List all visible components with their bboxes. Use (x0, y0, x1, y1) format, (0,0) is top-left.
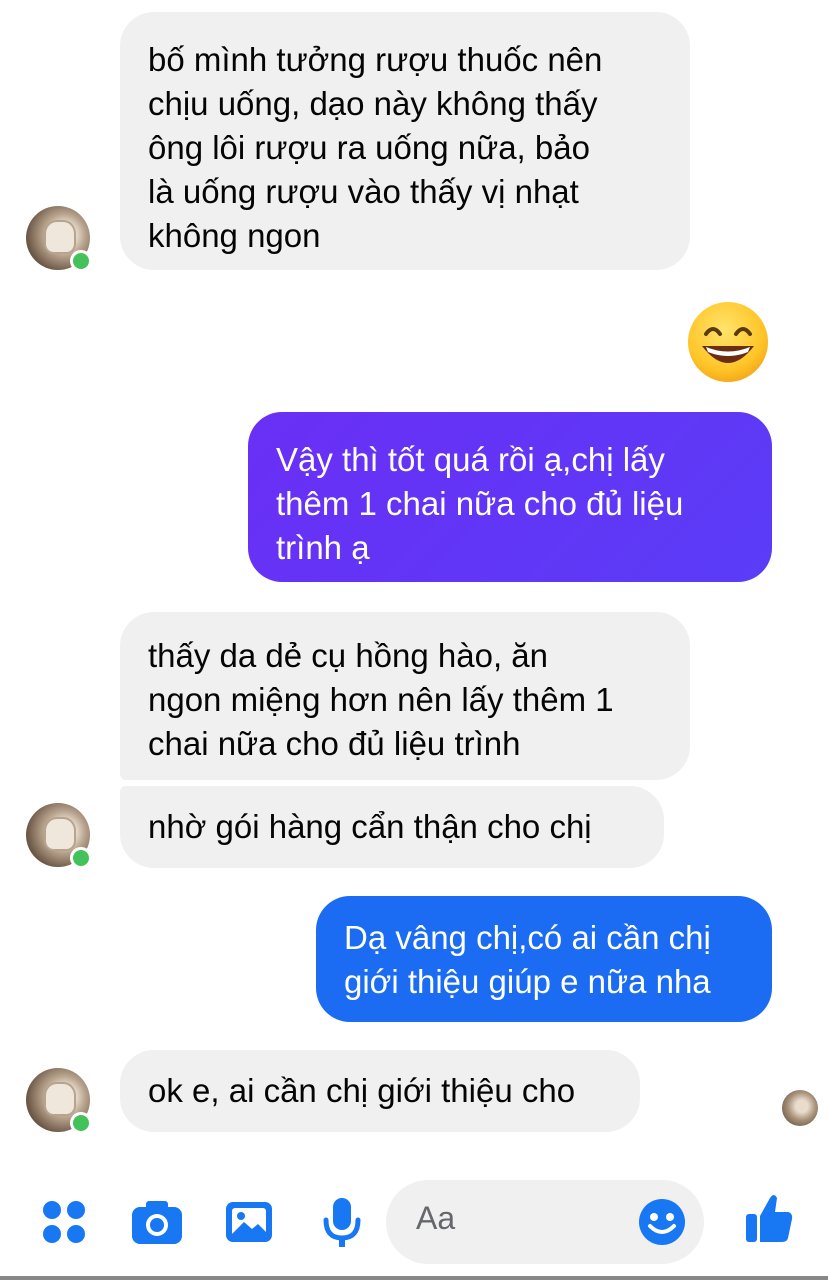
grinning-emoji-icon[interactable] (686, 300, 770, 384)
contact-avatar[interactable] (26, 803, 92, 869)
menu-dots-icon[interactable] (40, 1198, 88, 1246)
message-bubble-outgoing[interactable]: Dạ vâng chị,có ai cần chị giới thiệu giú… (316, 896, 772, 1022)
online-status-indicator (70, 1112, 92, 1134)
like-icon[interactable] (744, 1192, 794, 1246)
camera-icon[interactable] (130, 1198, 184, 1246)
contact-avatar[interactable] (26, 206, 92, 272)
composer-toolbar: Aa (0, 1172, 828, 1272)
avatar-photo (44, 817, 76, 851)
message-bubble-incoming[interactable]: thấy da dẻ cụ hồng hào, ăn ngon miệng hơ… (120, 612, 690, 780)
message-bubble-incoming[interactable]: bố mình tưởng rượu thuốc nên chịu uống, … (120, 12, 690, 270)
message-bubble-outgoing[interactable]: Vậy thì tốt quá rồi ạ,chị lấy thêm 1 cha… (248, 412, 772, 582)
gallery-icon[interactable] (224, 1198, 274, 1246)
bottom-divider (0, 1276, 828, 1280)
avatar-photo (44, 1082, 76, 1116)
message-bubble-incoming[interactable]: ok e, ai cần chị giới thiệu cho (120, 1050, 640, 1132)
message-input[interactable]: Aa (386, 1180, 704, 1264)
online-status-indicator (70, 847, 92, 869)
message-bubble-incoming[interactable]: nhờ gói hàng cẩn thận cho chị (120, 786, 664, 868)
contact-avatar[interactable] (26, 1068, 92, 1134)
online-status-indicator (70, 250, 92, 272)
emoji-icon[interactable] (638, 1198, 686, 1246)
seen-receipt-avatar (782, 1090, 818, 1126)
microphone-icon[interactable] (322, 1196, 362, 1250)
message-input-placeholder: Aa (416, 1200, 456, 1236)
avatar-photo (44, 220, 76, 254)
